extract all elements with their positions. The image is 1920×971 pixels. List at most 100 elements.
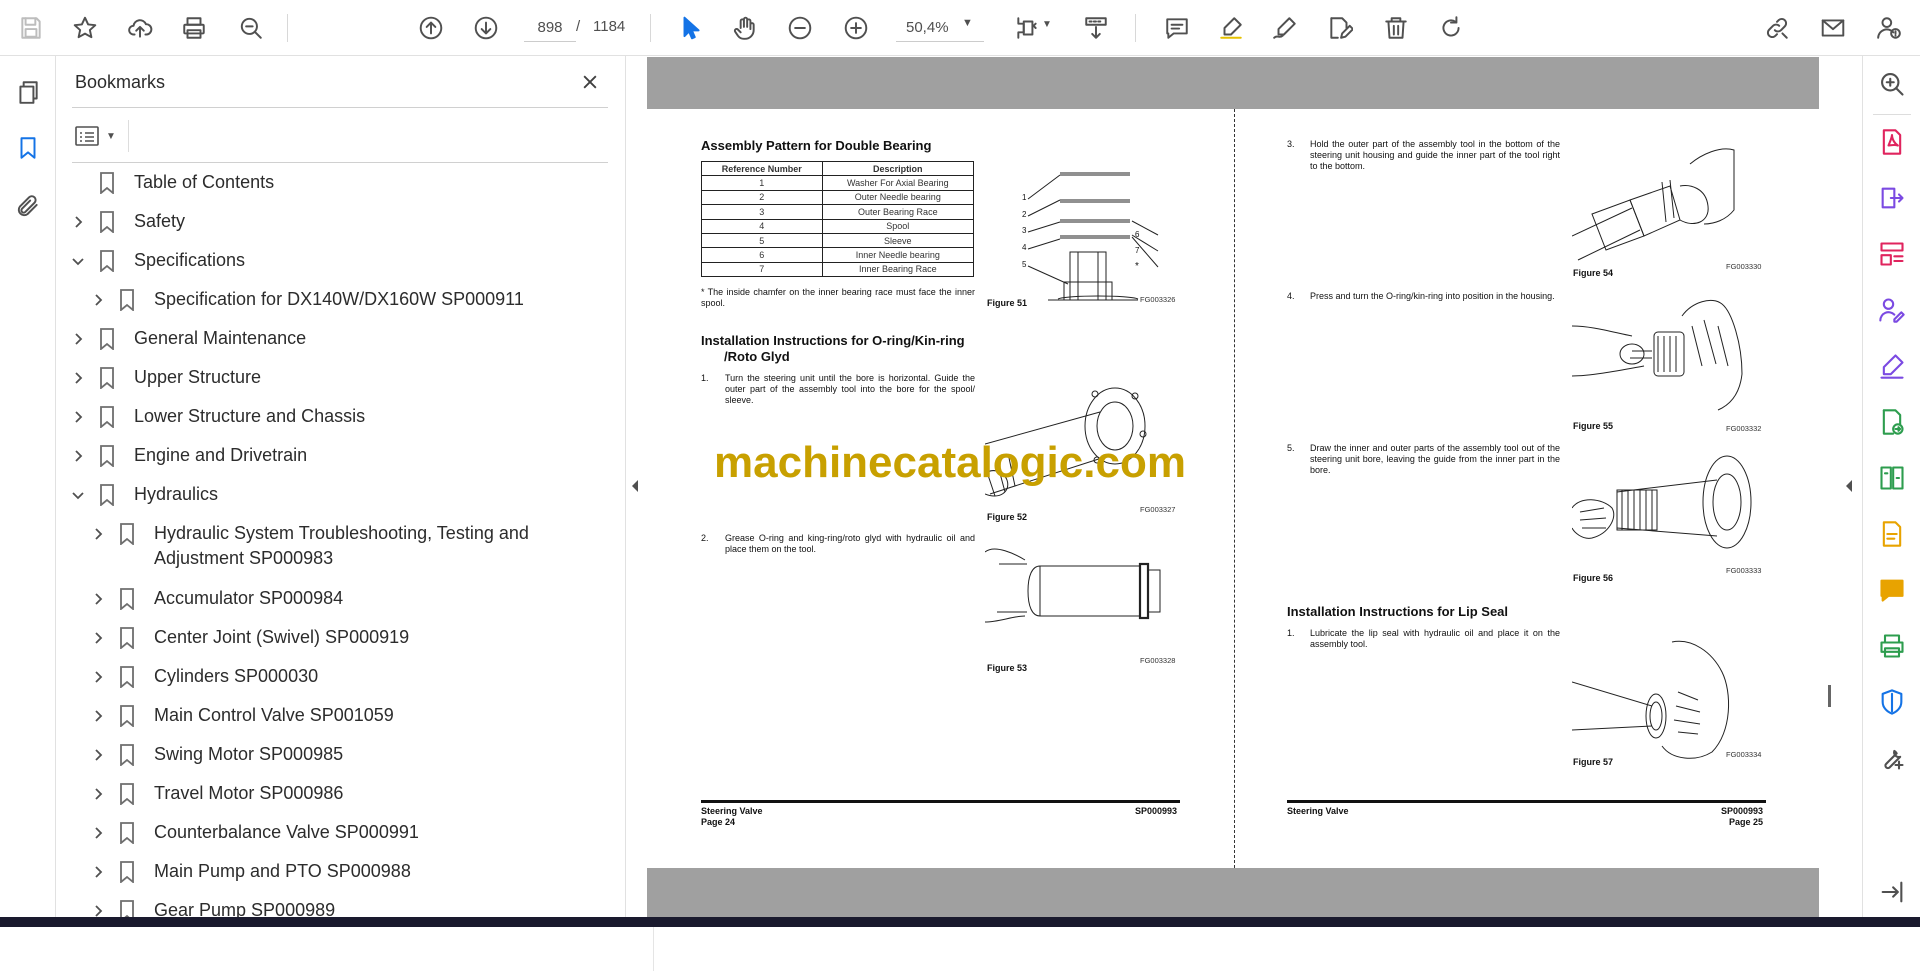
comment-icon[interactable] [1160,11,1194,45]
bookmark-icon [118,625,136,650]
fill-sign-icon[interactable] [1876,350,1908,382]
highlight-pen-icon[interactable] [1214,11,1248,45]
bookmark-item[interactable]: Gear Pump SP000989 [90,898,335,917]
bookmark-item[interactable]: Upper Structure [70,365,261,390]
bookmark-item[interactable]: Cylinders SP000030 [90,664,318,689]
collapse-left-panel-icon[interactable] [630,478,644,500]
bookmark-item[interactable]: Accumulator SP000984 [90,586,343,611]
save-icon[interactable] [14,11,48,45]
hand-tool-icon[interactable] [728,11,762,45]
star-icon[interactable] [68,11,102,45]
bookmark-label: Table of Contents [134,172,275,192]
chevron-right-icon[interactable] [70,404,86,429]
bookmark-item[interactable]: Swing Motor SP000985 [90,742,343,767]
chevron-down-icon[interactable]: ▼ [1042,19,1052,30]
zoom-in-icon[interactable] [839,11,873,45]
chevron-right-icon[interactable] [70,443,86,468]
next-page-icon[interactable] [469,11,503,45]
table-header: Reference Number [701,160,823,177]
user-help-icon[interactable] [1872,11,1906,45]
document-scrollbar[interactable] [1828,685,1831,707]
bookmark-item[interactable]: Hydraulics [70,482,218,507]
chevron-down-icon[interactable] [70,248,86,273]
bookmark-item[interactable]: Travel Motor SP000986 [90,781,343,806]
bookmark-options-button[interactable]: ▼ [74,120,124,152]
chevron-right-icon[interactable] [70,365,86,390]
rotate-icon[interactable] [1434,11,1468,45]
share-link-icon[interactable] [1760,11,1794,45]
callout-label: 4 [1022,243,1027,252]
draw-icon[interactable] [1268,11,1302,45]
bookmark-icon [98,248,116,273]
scroll-mode-icon[interactable] [1079,11,1113,45]
collapse-right-panel-icon[interactable] [1844,478,1858,500]
chevron-right-icon[interactable] [90,287,106,312]
create-pdf-icon[interactable] [1876,126,1908,158]
expand-panel-icon[interactable] [1876,876,1908,908]
enhance-scans-icon[interactable] [1876,518,1908,550]
attachment-icon[interactable] [12,190,44,222]
compare-files-icon[interactable] [1876,462,1908,494]
bookmark-label: Upper Structure [134,367,262,387]
close-icon[interactable] [576,68,604,96]
bookmark-item[interactable]: Counterbalance Valve SP000991 [90,820,419,845]
page-number-input[interactable] [524,14,576,42]
chevron-right-icon[interactable] [90,820,106,845]
select-cursor-icon[interactable] [674,11,708,45]
page-fit-icon[interactable] [1010,11,1044,45]
chevron-right-icon[interactable] [90,586,106,611]
bookmark-item[interactable]: Main Control Valve SP001059 [90,703,394,728]
request-signature-icon[interactable] [1876,294,1908,326]
print-production-icon[interactable] [1876,630,1908,662]
print-icon[interactable] [177,11,211,45]
panel-title: Bookmarks [75,72,166,92]
chevron-down-icon[interactable] [70,482,86,507]
table-row: 6 Inner Needle bearing [701,247,975,263]
zoom-search-icon[interactable] [1876,68,1908,100]
delete-icon[interactable] [1379,11,1413,45]
organize-pages-icon[interactable] [1876,238,1908,270]
chevron-right-icon[interactable] [90,781,106,806]
bookmark-item[interactable]: Main Pump and PTO SP000988 [90,859,411,884]
protect-icon[interactable] [1876,686,1908,718]
chevron-right-icon[interactable] [90,521,106,546]
chevron-right-icon[interactable] [90,742,106,767]
table-row: 5 Sleeve [701,232,975,249]
chevron-right-icon[interactable] [90,625,106,650]
table-cell: 7 [701,261,823,278]
edit-text-icon[interactable] [1323,11,1357,45]
footer-rule [701,800,1180,803]
bookmark-item[interactable]: General Maintenance [70,326,306,351]
bookmark-panel-icon[interactable] [12,132,44,164]
export-pdf-icon[interactable] [1876,182,1908,214]
chevron-right-icon[interactable] [90,664,106,689]
bookmark-item[interactable]: Safety [70,209,185,234]
page-thumbnails-icon[interactable] [12,76,44,108]
bookmark-item[interactable]: Engine and Drivetrain [70,443,307,468]
chevron-right-icon[interactable] [90,703,106,728]
figure-53-illustration [984,542,1175,632]
upload-cloud-icon[interactable] [123,11,157,45]
bookmark-item[interactable]: Table of Contents [70,170,274,195]
comment-tool-icon[interactable] [1876,574,1908,606]
more-tools-icon[interactable] [1876,742,1908,774]
email-icon[interactable] [1816,11,1850,45]
search-icon[interactable] [234,11,268,45]
chevron-down-icon[interactable]: ▼ [962,17,973,29]
previous-page-icon[interactable] [414,11,448,45]
chevron-right-icon[interactable] [90,898,106,917]
bookmark-item[interactable]: Hydraulic System Troubleshooting, Testin… [90,521,529,571]
section-heading: Assembly Pattern for Double Bearing [701,138,932,153]
zoom-out-icon[interactable] [783,11,817,45]
bookmark-item[interactable]: Lower Structure and Chassis [70,404,365,429]
figure-caption: Figure 52 [987,512,1028,522]
bookmark-item[interactable]: Specifications [70,248,245,273]
chevron-right-icon[interactable] [70,209,86,234]
chevron-right-icon[interactable] [70,326,86,351]
footer-page-number: Page 24 [701,817,736,827]
chevron-right-icon[interactable] [90,859,106,884]
bookmark-item[interactable]: Center Joint (Swivel) SP000919 [90,625,409,650]
step-number: 2. [701,533,709,543]
bookmark-item[interactable]: Specification for DX140W/DX160W SP000911 [90,287,524,312]
send-for-review-icon[interactable] [1876,406,1908,438]
